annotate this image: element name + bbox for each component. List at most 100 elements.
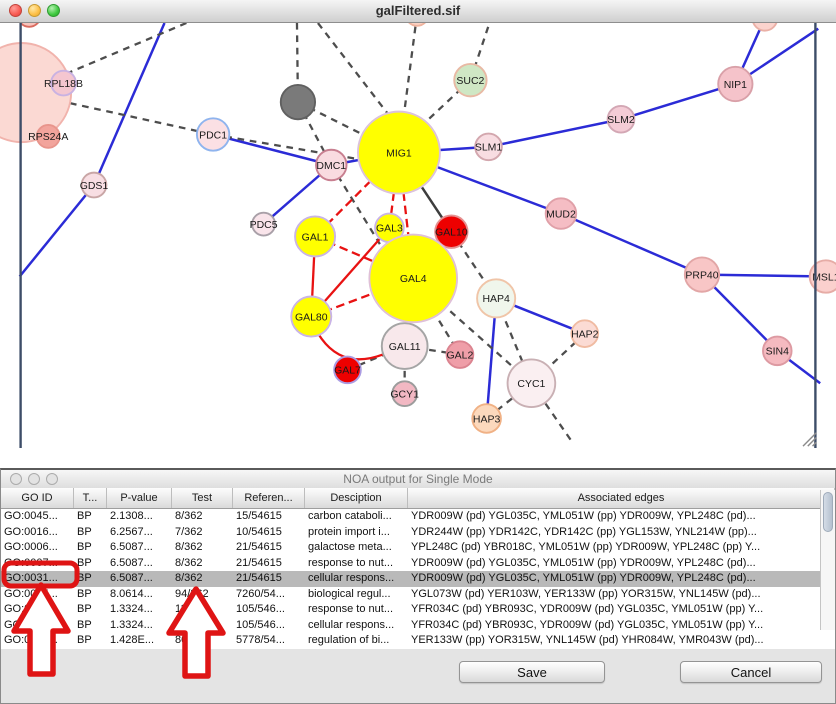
cell-p-value: 8.0614... — [107, 587, 172, 603]
cell-reference: 21/54615 — [233, 540, 305, 556]
cell-go-id: GO:0031... — [1, 602, 74, 618]
node-niptop[interactable] — [753, 23, 778, 31]
noa-window: NOA output for Single Mode GO IDT...P-va… — [0, 468, 836, 704]
node-label: GDS1 — [80, 181, 109, 192]
cell-test: 94/362 — [172, 587, 233, 603]
table-row[interactable]: GO:0016...BP6.2567...7/36210/54615protei… — [1, 525, 835, 541]
column-header-1[interactable]: T... — [74, 488, 107, 508]
cell-associated-edges: YDR009W (pd) YGL035C, YML051W (pp) YDR00… — [408, 556, 835, 572]
cell-p-value: 6.5087... — [107, 571, 172, 587]
node-label: GAL3 — [376, 224, 403, 235]
column-header-4[interactable]: Referen... — [233, 488, 305, 508]
save-button[interactable]: Save — [459, 661, 605, 683]
cell-description: protein import i... — [305, 525, 408, 541]
cell-type: BP — [74, 618, 107, 634]
screen: galFiltered.sif RPL18BRPS24AGDS1PDC1DMC1… — [0, 0, 836, 704]
cell-associated-edges: YFR034C (pd) YBR093C, YDR009W (pd) YGL03… — [408, 618, 835, 634]
graph-edge[interactable] — [213, 135, 370, 162]
scrollbar-thumb[interactable] — [823, 492, 833, 532]
cell-associated-edges: YFR034C (pd) YBR093C, YDR009W (pd) YGL03… — [408, 602, 835, 618]
graph-edge[interactable] — [20, 185, 94, 276]
cell-p-value: 1.3324... — [107, 602, 172, 618]
graph-edge[interactable] — [489, 119, 621, 147]
network-window: galFiltered.sif RPL18BRPS24AGDS1PDC1DMC1… — [0, 0, 836, 468]
cell-type: BP — [74, 633, 107, 649]
table-row[interactable]: GO:0031...BP1.3324...11/362105/546...cel… — [1, 618, 835, 634]
node-label: GAL7 — [334, 366, 361, 377]
table-row[interactable]: GO:0065...BP8.0614...94/3627260/54...bio… — [1, 587, 835, 603]
node-label: GAL10 — [435, 228, 468, 239]
noa-window-titlebar[interactable]: NOA output for Single Mode — [1, 470, 835, 489]
node-label: RPL18B — [44, 79, 83, 90]
cell-p-value: 1.3324... — [107, 618, 172, 634]
cell-type: BP — [74, 540, 107, 556]
column-header-6[interactable]: Associated edges — [408, 488, 835, 508]
cell-p-value: 6.5087... — [107, 556, 172, 572]
table-scrollbar[interactable] — [820, 490, 835, 630]
cell-associated-edges: YDR009W (pd) YGL035C, YML051W (pp) YDR00… — [408, 509, 835, 525]
cell-test: 8/362 — [172, 540, 233, 556]
table-row[interactable]: GO:0006...BP6.5087...8/36221/54615galact… — [1, 540, 835, 556]
column-header-3[interactable]: Test — [172, 488, 233, 508]
cell-type: BP — [74, 571, 107, 587]
cell-associated-edges: YER133W (pp) YOR315W, YNL145W (pd) YHR08… — [408, 633, 835, 649]
cell-reference: 5778/54... — [233, 633, 305, 649]
cell-test: 80/362 — [172, 633, 233, 649]
cell-p-value: 6.5087... — [107, 540, 172, 556]
cell-reference: 105/546... — [233, 618, 305, 634]
cell-type: BP — [74, 509, 107, 525]
cell-associated-edges: YDR244W (pp) YDR142C, YDR142C (pp) YGL15… — [408, 525, 835, 541]
cell-description: cellular respons... — [305, 571, 408, 587]
cell-description: response to nut... — [305, 602, 408, 618]
node-label: HAP4 — [482, 294, 510, 305]
node-label: PDC5 — [250, 220, 278, 231]
cell-reference: 21/54615 — [233, 556, 305, 572]
cell-test: 8/362 — [172, 509, 233, 525]
table-header-row: GO IDT...P-valueTestReferen...Desciption… — [1, 488, 835, 509]
cancel-button[interactable]: Cancel — [680, 661, 822, 683]
graph-edge[interactable] — [213, 135, 331, 165]
cell-p-value: 2.1308... — [107, 509, 172, 525]
window-title: galFiltered.sif — [0, 3, 836, 18]
node-topcut[interactable] — [406, 23, 429, 26]
table-row[interactable]: GO:0031...BP1.3324...11/362105/546...res… — [1, 602, 835, 618]
node-label: NIP1 — [724, 80, 747, 91]
cell-associated-edges: YPL248C (pd) YBR018C, YML051W (pp) YDR00… — [408, 540, 835, 556]
cell-reference: 7260/54... — [233, 587, 305, 603]
node-label: GAL2 — [447, 350, 474, 361]
column-header-0[interactable]: GO ID — [1, 488, 74, 508]
node-label: SIN4 — [766, 347, 789, 358]
graph-edge[interactable] — [318, 23, 391, 118]
network-canvas[interactable]: RPL18BRPS24AGDS1PDC1DMC1MIG1SUC2SLM1SLM2… — [0, 23, 836, 469]
button-bar: Save Cancel — [1, 658, 836, 704]
table-row[interactable]: GO:0007...BP6.5087...8/36221/54615respon… — [1, 556, 835, 572]
cell-type: BP — [74, 587, 107, 603]
cell-go-id: GO:0045... — [1, 509, 74, 525]
cell-description: carbon cataboli... — [305, 509, 408, 525]
node-label: GAL80 — [295, 312, 328, 323]
node-graynode[interactable] — [281, 85, 315, 119]
cell-test: 11/362 — [172, 602, 233, 618]
cell-go-id: GO:0007... — [1, 556, 74, 572]
noa-table: GO IDT...P-valueTestReferen...Desciption… — [1, 488, 835, 649]
graph-edge[interactable] — [561, 214, 702, 275]
network-window-titlebar[interactable]: galFiltered.sif — [0, 0, 836, 23]
cell-description: regulation of bi... — [305, 633, 408, 649]
column-header-2[interactable]: P-value — [107, 488, 172, 508]
cell-reference: 15/54615 — [233, 509, 305, 525]
column-header-5[interactable]: Desciption — [305, 488, 408, 508]
node-label: SUC2 — [456, 76, 484, 87]
graph-edge[interactable] — [404, 23, 417, 116]
table-row[interactable]: GO:0045...BP2.1308...8/36215/54615carbon… — [1, 509, 835, 525]
table-row[interactable]: GO:0031...BP6.5087...8/36221/54615cellul… — [1, 571, 835, 587]
graph-edge[interactable] — [702, 275, 826, 277]
cell-reference: 10/54615 — [233, 525, 305, 541]
table-body: GO:0045...BP2.1308...8/36215/54615carbon… — [1, 509, 835, 649]
cell-description: cellular respons... — [305, 618, 408, 634]
node-label: MIG1 — [386, 148, 412, 159]
cell-type: BP — [74, 602, 107, 618]
node-label: RPS24A — [28, 132, 68, 143]
node-label: GAL11 — [389, 342, 421, 353]
cell-test: 8/362 — [172, 571, 233, 587]
table-row[interactable]: GO:0050...BP1.428E...80/3625778/54...reg… — [1, 633, 835, 649]
